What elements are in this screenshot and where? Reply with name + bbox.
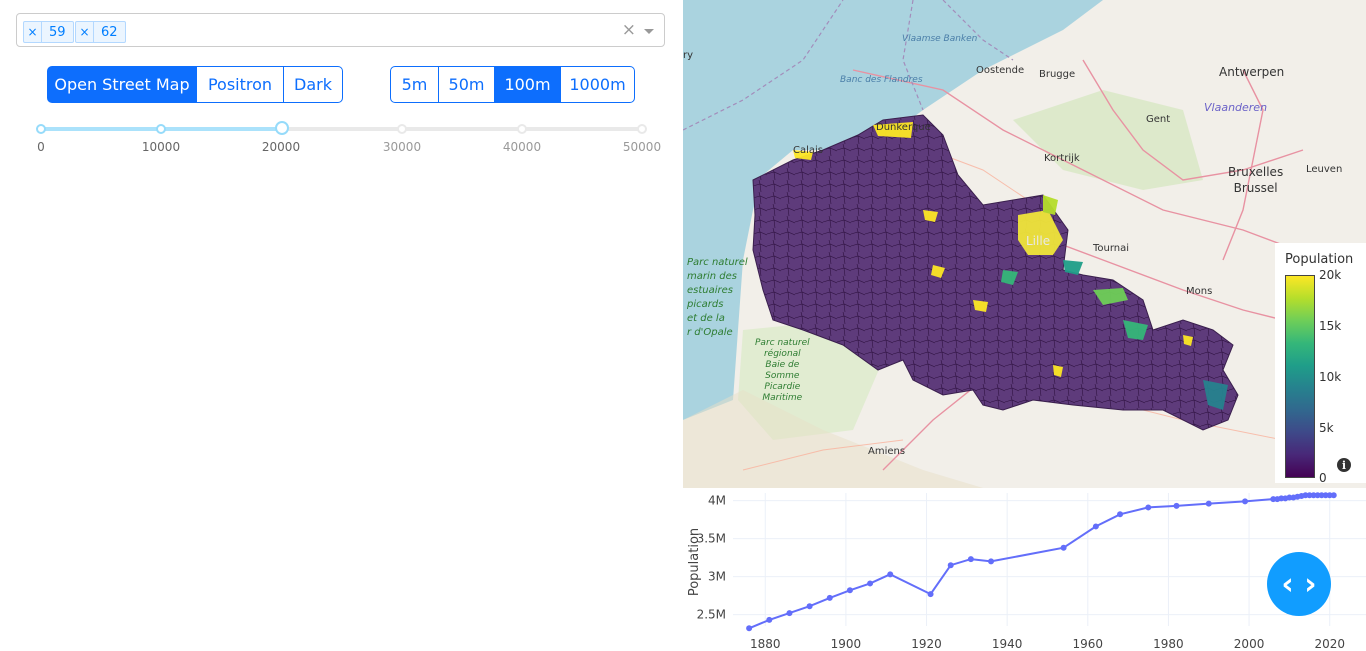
map-label-oostende: Oostende bbox=[976, 65, 1025, 76]
map-label-leuven: Leuven bbox=[1306, 164, 1343, 175]
selected-tag-62: × 62 bbox=[75, 21, 126, 43]
resolution-50m-button[interactable]: 50m bbox=[438, 66, 495, 103]
basemap-osm-button[interactable]: Open Street Map bbox=[47, 66, 197, 103]
data-point[interactable] bbox=[766, 616, 773, 623]
map-label-kortrijk: Kortrijk bbox=[1044, 153, 1080, 164]
data-point[interactable] bbox=[967, 556, 974, 563]
y-axis-label: Population bbox=[687, 528, 702, 596]
data-point[interactable] bbox=[1117, 511, 1124, 518]
data-point[interactable] bbox=[867, 580, 874, 587]
data-point[interactable] bbox=[1060, 544, 1067, 551]
colorbar-ramp bbox=[1285, 275, 1315, 478]
map-label-ry: ry bbox=[683, 50, 694, 61]
x-tick-label: 1940 bbox=[992, 637, 1023, 651]
population-line-chart[interactable]: 2.5M3M3.5M4M 1880 1900 1920 1940 1960 1980 200… bbox=[683, 488, 1366, 651]
data-point[interactable] bbox=[826, 594, 833, 601]
map-label-tournai: Tournai bbox=[1093, 243, 1130, 254]
resolution-button-group: 5m 50m 100m 1000m bbox=[390, 66, 635, 103]
map-label-vlaamse-banken: Vlaamse Banken bbox=[902, 34, 978, 44]
data-point[interactable] bbox=[1330, 492, 1337, 499]
data-point[interactable] bbox=[1242, 498, 1249, 505]
data-point[interactable] bbox=[1145, 504, 1152, 511]
x-tick-label: 2000 bbox=[1234, 637, 1265, 651]
department-multiselect[interactable]: × 59 × 62 × bbox=[16, 13, 665, 47]
clear-all-icon[interactable]: × bbox=[622, 21, 636, 39]
y-tick-label: 2.5M bbox=[697, 608, 726, 622]
x-tick-label: 1920 bbox=[911, 637, 942, 651]
data-point[interactable] bbox=[846, 587, 853, 594]
map-label-vlaanderen: Vlaanderen bbox=[1204, 101, 1268, 114]
data-point[interactable] bbox=[947, 562, 954, 569]
colorbar-tick: 15k bbox=[1319, 319, 1342, 333]
x-tick-label: 1960 bbox=[1073, 637, 1104, 651]
map-label-banc-des-flandres: Banc des Flandres bbox=[840, 75, 923, 85]
choropleth-map[interactable]: Vlaamse Banken Banc des Flandres Oostend… bbox=[683, 0, 1366, 488]
tag-value: 59 bbox=[49, 24, 66, 40]
x-tick-label: 1880 bbox=[750, 637, 781, 651]
map-label-antwerpen: Antwerpen bbox=[1219, 65, 1285, 79]
x-tick-label: 1980 bbox=[1153, 637, 1184, 651]
slider-handle[interactable] bbox=[275, 121, 289, 135]
colorbar-tick: 20k bbox=[1319, 268, 1342, 282]
colorbar-tick: 5k bbox=[1319, 421, 1334, 435]
basemap-button-group: Open Street Map Positron Dark bbox=[47, 66, 343, 103]
info-icon[interactable]: i bbox=[1337, 458, 1351, 472]
colorbar-title: Population bbox=[1285, 252, 1354, 267]
y-tick-label: 3M bbox=[708, 570, 726, 584]
slider-dot[interactable] bbox=[517, 124, 527, 134]
map-label-mons: Mons bbox=[1186, 286, 1213, 297]
map-label-calais: Calais bbox=[793, 145, 824, 156]
remove-tag-59-icon[interactable]: × bbox=[24, 22, 42, 42]
population-slider[interactable]: 0 10000 20000 30000 40000 50000 bbox=[36, 120, 661, 160]
tag-value: 62 bbox=[101, 24, 118, 40]
data-point[interactable] bbox=[1205, 500, 1212, 507]
y-tick-label: 4M bbox=[708, 494, 726, 508]
data-point[interactable] bbox=[746, 625, 753, 632]
colorbar-tick: 0 bbox=[1319, 471, 1327, 485]
map-label-dunkerque: Dunkerque bbox=[876, 122, 931, 133]
slider-mark: 10000 bbox=[141, 140, 181, 154]
colorbar-tick: 10k bbox=[1319, 370, 1342, 384]
slider-mark: 20000 bbox=[261, 140, 301, 154]
map-label-parc-opale: Parc naturel marin des estuaires picards… bbox=[687, 257, 748, 338]
resolution-5m-button[interactable]: 5m bbox=[390, 66, 439, 103]
slider-mark: 30000 bbox=[382, 140, 422, 154]
remove-tag-62-icon[interactable]: × bbox=[76, 22, 94, 42]
data-point[interactable] bbox=[927, 591, 934, 598]
slider-mark: 50000 bbox=[622, 140, 662, 154]
map-label-parc-somme: Parc naturel régional Baie de Somme Pica… bbox=[755, 338, 810, 403]
code-toggle-button[interactable]: ‹ › bbox=[1267, 552, 1331, 616]
data-point[interactable] bbox=[786, 610, 793, 617]
data-point[interactable] bbox=[887, 571, 894, 578]
x-tick-label: 2020 bbox=[1314, 637, 1345, 651]
slider-dot[interactable] bbox=[36, 124, 46, 134]
basemap-positron-button[interactable]: Positron bbox=[196, 66, 284, 103]
map-label-lille: Lille bbox=[1026, 234, 1051, 248]
map-label-amiens: Amiens bbox=[868, 446, 906, 457]
data-point[interactable] bbox=[1173, 502, 1180, 509]
data-point[interactable] bbox=[1092, 523, 1099, 530]
slider-dot[interactable] bbox=[156, 124, 166, 134]
data-point[interactable] bbox=[806, 603, 813, 610]
population-series-line bbox=[748, 494, 1334, 630]
resolution-100m-button[interactable]: 100m bbox=[494, 66, 561, 103]
slider-dot[interactable] bbox=[397, 124, 407, 134]
slider-dot[interactable] bbox=[637, 124, 647, 134]
x-tick-label: 1900 bbox=[831, 637, 862, 651]
resolution-1000m-button[interactable]: 1000m bbox=[560, 66, 635, 103]
map-label-brugge: Brugge bbox=[1039, 69, 1076, 80]
chevron-down-icon[interactable] bbox=[644, 29, 654, 34]
slider-mark: 40000 bbox=[502, 140, 542, 154]
slider-mark: 0 bbox=[37, 140, 45, 154]
map-label-gent: Gent bbox=[1146, 114, 1171, 125]
basemap-dark-button[interactable]: Dark bbox=[283, 66, 343, 103]
map-label-bruxelles: Bruxelles Brussel bbox=[1228, 165, 1284, 195]
selected-tag-59: × 59 bbox=[23, 21, 74, 43]
code-icon: ‹ › bbox=[1281, 566, 1317, 602]
data-point[interactable] bbox=[988, 558, 995, 565]
